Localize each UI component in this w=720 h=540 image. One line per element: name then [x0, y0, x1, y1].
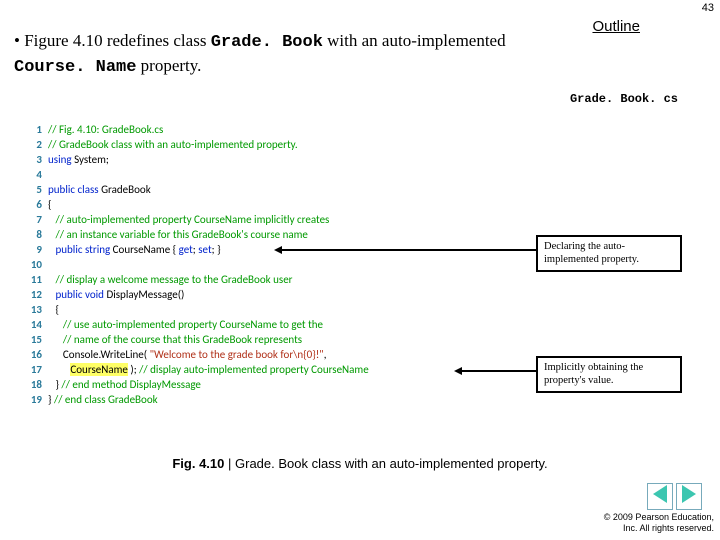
triangle-right-icon [682, 485, 696, 503]
code-line: 16 Console.WriteLine( "Welcome to the gr… [24, 347, 504, 362]
callout-arrowhead-2 [454, 367, 462, 375]
code-line: 5public class GradeBook [24, 182, 504, 197]
caption-separator: | [228, 456, 235, 471]
callout-arrow-1 [280, 249, 536, 251]
code-line: 15 // name of the course that this Grade… [24, 332, 504, 347]
callout-box-1: Declaring the auto-implemented property. [536, 235, 682, 272]
prev-slide-button[interactable] [647, 483, 673, 510]
code-line: 7 // auto-implemented property CourseNam… [24, 212, 504, 227]
code-line: 1// Fig. 4.10: GradeBook.cs [24, 122, 504, 137]
code-line: 6{ [24, 197, 504, 212]
bullet-end: property. [136, 56, 201, 75]
code-line: 12 public void DisplayMessage() [24, 287, 504, 302]
source-filename: Grade. Book. cs [570, 92, 678, 106]
copyright-line-2: Inc. All rights reserved. [623, 523, 714, 533]
class-name: Grade. Book [211, 33, 323, 52]
code-listing: 1// Fig. 4.10: GradeBook.cs2// GradeBook… [24, 122, 504, 407]
triangle-left-icon [653, 485, 667, 503]
copyright-notice: © 2009 Pearson Education, Inc. All right… [604, 512, 714, 534]
code-line: 3using System; [24, 152, 504, 167]
caption-text: Grade. Book class with an auto-implement… [235, 456, 548, 471]
code-line: 8 // an instance variable for this Grade… [24, 227, 504, 242]
code-line: 2// GradeBook class with an auto-impleme… [24, 137, 504, 152]
outline-heading: Outline [592, 18, 640, 35]
callout-arrowhead-1 [274, 246, 282, 254]
bullet-lead: • Figure 4.10 redefines class [14, 31, 211, 50]
bullet-mid: with an auto-implemented [323, 31, 506, 50]
copyright-line-1: © 2009 Pearson Education, [604, 512, 714, 522]
code-line: 4 [24, 167, 504, 182]
code-line: 13 { [24, 302, 504, 317]
callout-arrow-2 [460, 370, 536, 372]
code-line: 14 // use auto-implemented property Cour… [24, 317, 504, 332]
caption-fig-label: Fig. 4.10 [172, 456, 228, 471]
figure-description: • Figure 4.10 redefines class Grade. Boo… [14, 30, 554, 80]
callout-box-2: Implicitly obtaining the property's valu… [536, 356, 682, 393]
code-line: 10 [24, 257, 504, 272]
code-line: 19} // end class GradeBook [24, 392, 504, 407]
nav-controls [647, 483, 703, 510]
figure-caption: Fig. 4.10 | Grade. Book class with an au… [0, 456, 720, 471]
property-name: Course. Name [14, 58, 136, 77]
next-slide-button[interactable] [676, 483, 702, 510]
code-line: 17 CourseName ); // display auto-impleme… [24, 362, 504, 377]
code-line: 11 // display a welcome message to the G… [24, 272, 504, 287]
code-line: 18 } // end method DisplayMessage [24, 377, 504, 392]
page-number: 43 [702, 2, 714, 14]
